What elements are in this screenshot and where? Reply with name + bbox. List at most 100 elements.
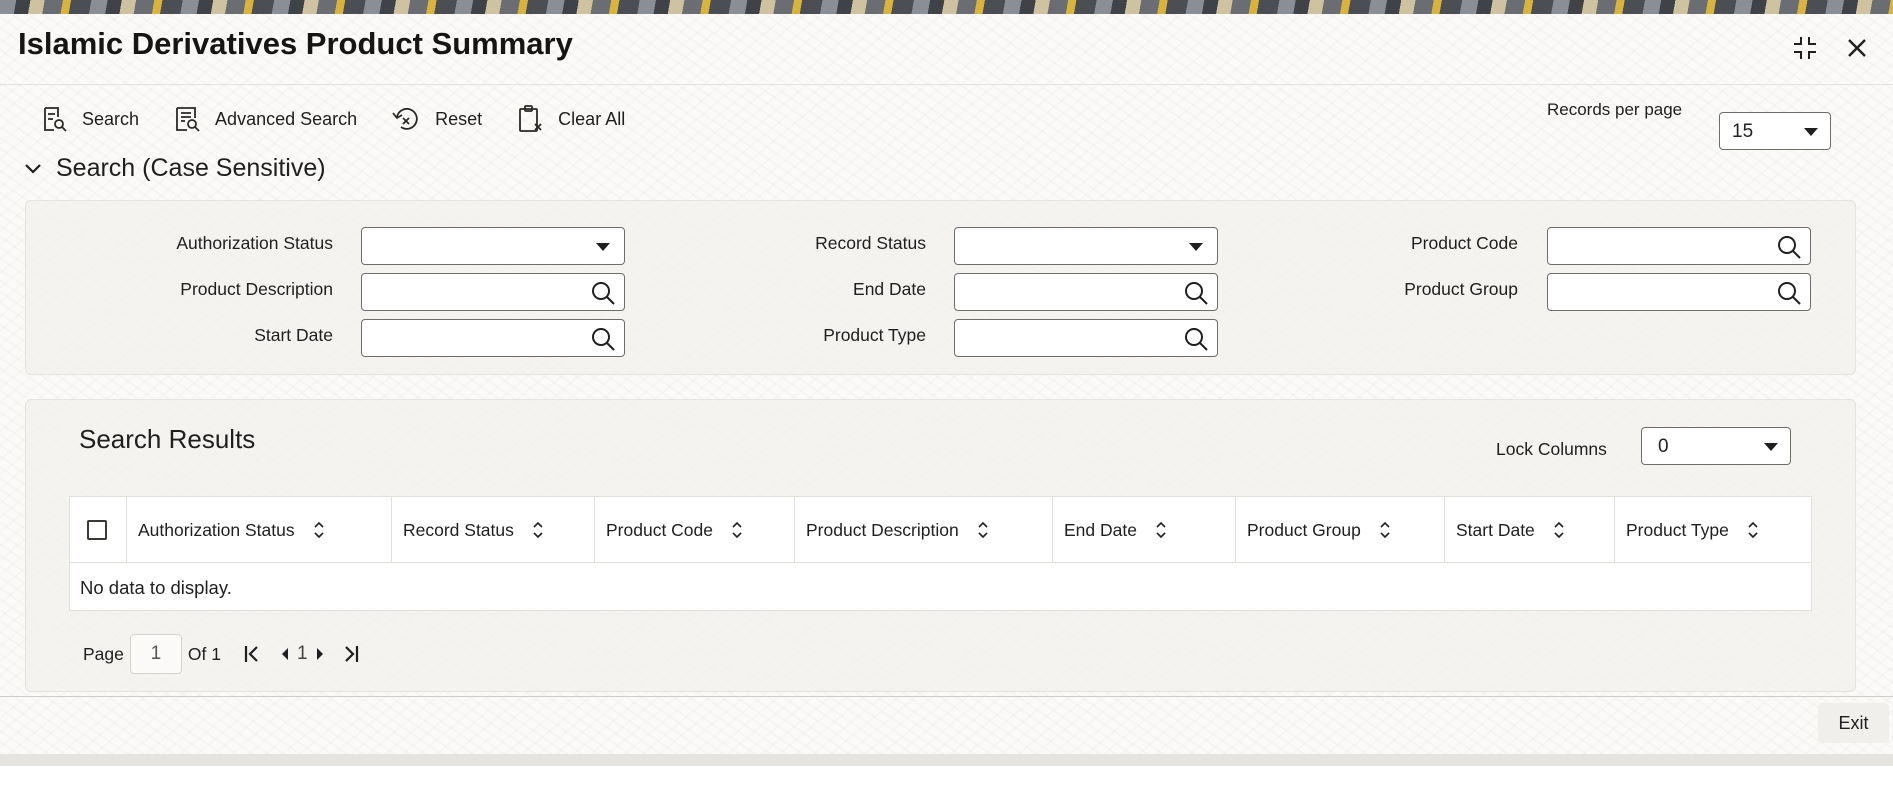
- product-group-input[interactable]: [1547, 273, 1811, 311]
- column-authorization-status[interactable]: Authorization Status: [127, 497, 392, 563]
- end-date-label: End Date: [853, 279, 926, 299]
- search-button-label: Search: [82, 108, 140, 129]
- start-date-input[interactable]: [361, 319, 625, 357]
- advanced-search-button[interactable]: Advanced Search: [169, 98, 369, 140]
- results-title: Search Results: [79, 424, 256, 454]
- exit-button[interactable]: Exit: [1818, 703, 1889, 743]
- column-label: Authorization Status: [138, 519, 295, 540]
- product-type-input[interactable]: [954, 319, 1218, 357]
- column-label: Start Date: [1456, 519, 1535, 540]
- window-actions: [1789, 32, 1873, 64]
- column-label: Product Description: [806, 519, 959, 540]
- sort-icon: [314, 521, 324, 539]
- column-label: Product Code: [606, 519, 714, 540]
- product-code-input[interactable]: [1547, 227, 1811, 265]
- chevron-down-icon: [1764, 443, 1778, 451]
- records-per-page-label: Records per page: [1547, 100, 1683, 119]
- summary-window: Islamic Derivatives Product Summary Sear…: [0, 14, 1893, 754]
- search-icon[interactable]: [590, 326, 616, 357]
- results-table: Authorization Status Record Status Produ…: [69, 496, 1812, 611]
- column-product-description[interactable]: Product Description: [795, 497, 1053, 563]
- records-per-page-value: 15: [1732, 121, 1754, 142]
- search-icon[interactable]: [1183, 326, 1209, 357]
- search-icon[interactable]: [1776, 280, 1802, 311]
- footer-divider: [0, 696, 1893, 697]
- column-start-date[interactable]: Start Date: [1445, 497, 1615, 563]
- chevron-down-icon: [596, 243, 610, 251]
- column-label: Record Status: [403, 519, 514, 540]
- records-per-page-select[interactable]: 15: [1719, 112, 1831, 150]
- reset-button[interactable]: Reset: [387, 98, 494, 140]
- clear-all-button[interactable]: Clear All: [512, 98, 637, 140]
- clear-all-label: Clear All: [558, 108, 626, 129]
- next-page-icon[interactable]: [314, 646, 326, 662]
- reset-icon: [392, 108, 418, 130]
- product-description-input[interactable]: [361, 273, 625, 311]
- search-section-toggle[interactable]: Search (Case Sensitive): [24, 154, 326, 183]
- first-page-icon[interactable]: [243, 644, 261, 664]
- search-doc-icon: [44, 107, 67, 132]
- page-of-label: Of 1: [187, 643, 221, 664]
- clear-clipboard-icon: [519, 105, 542, 132]
- authorization-status-label: Authorization Status: [176, 233, 333, 253]
- footer-strip: [0, 754, 1893, 766]
- sort-icon: [978, 521, 988, 539]
- previous-page-icon[interactable]: [279, 646, 291, 662]
- start-date-label: Start Date: [254, 325, 333, 345]
- table-header: Authorization Status Record Status Produ…: [70, 497, 1811, 563]
- page-number: 1: [296, 643, 308, 664]
- column-end-date[interactable]: End Date: [1053, 497, 1236, 563]
- top-banner-strip: [0, 0, 1893, 14]
- record-status-select[interactable]: [954, 227, 1218, 265]
- chevron-down-icon: [1189, 243, 1203, 251]
- sort-icon: [1748, 521, 1758, 539]
- close-icon[interactable]: [1841, 32, 1873, 64]
- select-all-cell: [70, 497, 127, 563]
- minimize-icon[interactable]: [1789, 32, 1821, 64]
- header-divider: [0, 84, 1893, 85]
- current-page-input[interactable]: 1: [129, 634, 182, 674]
- chevron-down-icon: [25, 163, 41, 174]
- pagination: Page 1 Of 1 1: [83, 634, 360, 674]
- lock-columns-select[interactable]: 0: [1641, 427, 1791, 465]
- select-all-checkbox[interactable]: [87, 520, 107, 540]
- page-title: Islamic Derivatives Product Summary: [18, 26, 573, 61]
- search-criteria-panel: Authorization Status Product Description…: [25, 200, 1856, 375]
- sort-icon: [1554, 521, 1564, 539]
- search-section-title: Search (Case Sensitive): [56, 154, 326, 182]
- column-product-group[interactable]: Product Group: [1236, 497, 1445, 563]
- search-icon[interactable]: [1183, 280, 1209, 311]
- toolbar: Search Advanced Search Reset Clear All: [36, 98, 655, 140]
- record-status-label: Record Status: [815, 233, 926, 253]
- chevron-down-icon: [1804, 128, 1818, 136]
- search-results-panel: Search Results Lock Columns 0 Authorizat…: [25, 399, 1856, 692]
- advanced-search-icon: [176, 107, 200, 132]
- column-record-status[interactable]: Record Status: [392, 497, 595, 563]
- lock-columns-label: Lock Columns: [1496, 439, 1607, 459]
- search-icon[interactable]: [590, 280, 616, 311]
- footer-blank: [0, 766, 1893, 793]
- reset-label: Reset: [435, 108, 483, 129]
- column-product-code[interactable]: Product Code: [595, 497, 795, 563]
- sort-icon: [1156, 521, 1166, 539]
- column-label: Product Group: [1247, 519, 1361, 540]
- end-date-input[interactable]: [954, 273, 1218, 311]
- product-type-label: Product Type: [823, 325, 926, 345]
- sort-icon: [1380, 521, 1390, 539]
- search-icon[interactable]: [1776, 234, 1802, 265]
- column-product-type[interactable]: Product Type: [1615, 497, 1811, 563]
- page-label: Page: [83, 643, 124, 664]
- sort-icon: [732, 521, 742, 539]
- product-group-label: Product Group: [1404, 279, 1518, 299]
- advanced-search-label: Advanced Search: [215, 108, 358, 129]
- search-button[interactable]: Search: [36, 98, 151, 140]
- lock-columns-value: 0: [1658, 436, 1669, 457]
- authorization-status-select[interactable]: [361, 227, 625, 265]
- product-description-label: Product Description: [180, 279, 333, 299]
- product-code-label: Product Code: [1410, 233, 1518, 253]
- column-label: End Date: [1064, 519, 1137, 540]
- sort-icon: [533, 521, 543, 539]
- empty-table-message: No data to display.: [80, 577, 232, 598]
- last-page-icon[interactable]: [342, 644, 360, 664]
- column-label: Product Type: [1626, 519, 1729, 540]
